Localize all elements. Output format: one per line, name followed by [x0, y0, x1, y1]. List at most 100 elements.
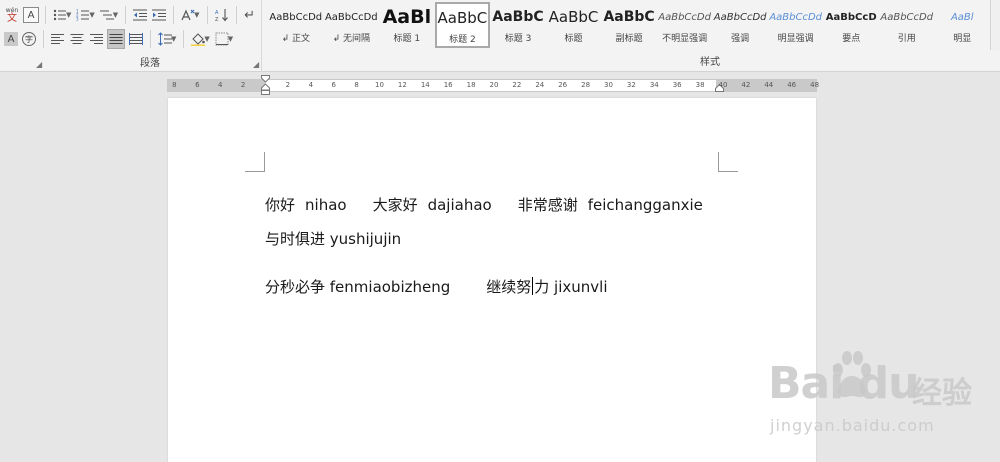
svg-text:3: 3: [76, 17, 79, 22]
ruler-number: 14: [420, 81, 430, 89]
align-left-button[interactable]: [50, 29, 66, 49]
text-segment: 你好: [265, 196, 296, 214]
align-center-icon: [70, 34, 84, 44]
chevron-down-icon: ▼: [171, 35, 177, 43]
svg-text:Z: Z: [215, 17, 219, 22]
increase-indent-icon: [152, 9, 167, 21]
style-label: 标题 3: [504, 34, 532, 44]
ruler-number: 4: [308, 81, 314, 89]
style-item[interactable]: AaBbCcDd ↲ 无间隔: [324, 2, 380, 48]
indent-marker-icon[interactable]: [261, 75, 270, 95]
bullet-list-icon: [53, 9, 66, 21]
pinyin-guide-button[interactable]: wén 文: [4, 5, 20, 25]
ruler-number: 40: [718, 81, 728, 89]
document-line-2[interactable]: 与时俱进 yushijujin: [265, 228, 401, 249]
justify-button[interactable]: [107, 29, 125, 49]
ruler-number: 12: [397, 81, 407, 89]
separator: [45, 6, 46, 24]
svg-text:A: A: [215, 10, 219, 16]
ruler-left-margin: [168, 80, 265, 91]
shading-button[interactable]: ▼: [190, 29, 210, 49]
align-center-button[interactable]: [69, 29, 85, 49]
char-shading-label: A: [7, 33, 15, 45]
char-border-button[interactable]: A: [23, 7, 39, 23]
style-item[interactable]: AaBbCcDd 强调: [712, 2, 768, 48]
enclose-chars-button[interactable]: 字: [21, 29, 37, 49]
increase-indent-button[interactable]: [151, 5, 167, 25]
styles-scroll[interactable]: [990, 0, 1000, 50]
document-line-3[interactable]: 分秒必争 fenmiaobizheng 继续努力 jixunvli: [265, 276, 608, 297]
justify-icon: [109, 34, 123, 44]
style-item[interactable]: AaBbC 标题: [546, 2, 602, 48]
multilevel-list-icon: [99, 10, 114, 20]
style-item[interactable]: AaBbCcDd 引用: [879, 2, 935, 48]
style-item[interactable]: AaBbCcDd 不明显强调: [657, 2, 713, 48]
style-label: 不明显强调: [662, 34, 708, 44]
sort-button[interactable]: AZ: [214, 5, 230, 25]
enclose-chars-icon: 字: [22, 32, 36, 46]
style-label: 标题: [564, 34, 583, 44]
horizontal-ruler[interactable]: 8 6 4 2 2 4 6 8 10 12 14 16 18 20 22 24 26 28 30 32 34 36 38 40…: [167, 75, 819, 95]
ruler-number: 18: [466, 81, 476, 89]
style-preview: AaBbC: [603, 9, 655, 25]
ruler-number: 2: [240, 81, 246, 89]
show-formatting-marks-button[interactable]: ↵: [243, 5, 257, 25]
style-item[interactable]: AaBbC 标题 3: [490, 2, 546, 48]
numbering-button[interactable]: 123 ▼: [75, 5, 95, 25]
borders-button[interactable]: ▼: [214, 29, 234, 49]
font-dialog-launcher-icon[interactable]: ◢: [36, 60, 42, 69]
multilevel-list-button[interactable]: ▼: [99, 5, 119, 25]
ruler-number: 8: [172, 81, 177, 89]
style-item[interactable]: AaBbC 副标题: [601, 2, 657, 48]
ruler-number: 4: [217, 81, 223, 89]
chinese-layout-button[interactable]: ▼: [180, 5, 200, 25]
style-label: 副标题: [615, 34, 643, 44]
paragraph-group-label: 段落: [140, 58, 160, 69]
align-left-icon: [51, 34, 64, 44]
decrease-indent-button[interactable]: [132, 5, 148, 25]
style-preview: AaBbC: [437, 9, 488, 27]
style-preview: AaBbCcDd: [713, 11, 767, 23]
style-label: ↲ 正文: [281, 34, 310, 44]
ruler-number: 32: [626, 81, 636, 89]
style-item[interactable]: AaBbC 标题 2: [434, 2, 491, 48]
ruler-number: 30: [604, 81, 613, 89]
bullets-button[interactable]: ▼: [52, 5, 72, 25]
style-item[interactable]: AaBbCcDd ↲ 正文: [268, 2, 324, 48]
style-preview: AaBbCcDd: [769, 11, 823, 23]
paragraph-row-1: wén 文 A ▼ 123 ▼ ▼ ▼ A Z ↵: [4, 4, 257, 26]
chevron-down-icon: ▼: [227, 35, 234, 43]
separator: [206, 6, 208, 24]
decrease-indent-icon: [133, 9, 148, 21]
ruler-number: 44: [764, 81, 774, 89]
watermark-product: 经验: [912, 376, 972, 411]
distributed-button[interactable]: [128, 29, 144, 49]
separator: [235, 6, 237, 24]
paragraph-dialog-launcher-icon[interactable]: ◢: [253, 60, 259, 69]
style-item[interactable]: AaBl 标题 1: [379, 2, 435, 48]
ruler-number: 42: [741, 81, 751, 89]
ruler-number: 8: [354, 81, 359, 89]
baidu-paw-logo-icon: [833, 351, 871, 398]
char-shading-button[interactable]: A: [4, 32, 18, 46]
chevron-down-icon: ▼: [204, 35, 210, 43]
ruler-number: 46: [787, 81, 797, 89]
text-segment: 力 jixunvli: [534, 278, 608, 296]
distributed-icon: [129, 33, 143, 45]
style-preview: AaBbCcDd: [324, 11, 378, 23]
style-item[interactable]: AaBbCcDd 明显强调: [768, 2, 824, 48]
style-preview: AaBbCcDd: [269, 11, 323, 23]
paint-bucket-icon: [191, 33, 206, 46]
ruler-number: 6: [195, 81, 200, 89]
ruler-number: 36: [672, 81, 682, 89]
line-spacing-button[interactable]: ▼: [157, 29, 177, 49]
style-item[interactable]: AaBbCcD 要点: [823, 2, 879, 48]
document-page[interactable]: 你好 nihao 大家好 dajiahao 非常感谢 feichangganxie 与时俱…: [168, 98, 816, 462]
chevron-down-icon: ▼: [194, 11, 200, 19]
document-line-1[interactable]: 你好 nihao 大家好 dajiahao 非常感谢 feichangganxie: [265, 194, 703, 215]
align-right-button[interactable]: [88, 29, 104, 49]
style-preview: AaBbCcDd: [658, 11, 711, 23]
style-label: 明显强调: [777, 34, 814, 44]
style-preview: AaBbC: [548, 8, 599, 26]
style-item[interactable]: AaBl 明显: [935, 2, 991, 48]
